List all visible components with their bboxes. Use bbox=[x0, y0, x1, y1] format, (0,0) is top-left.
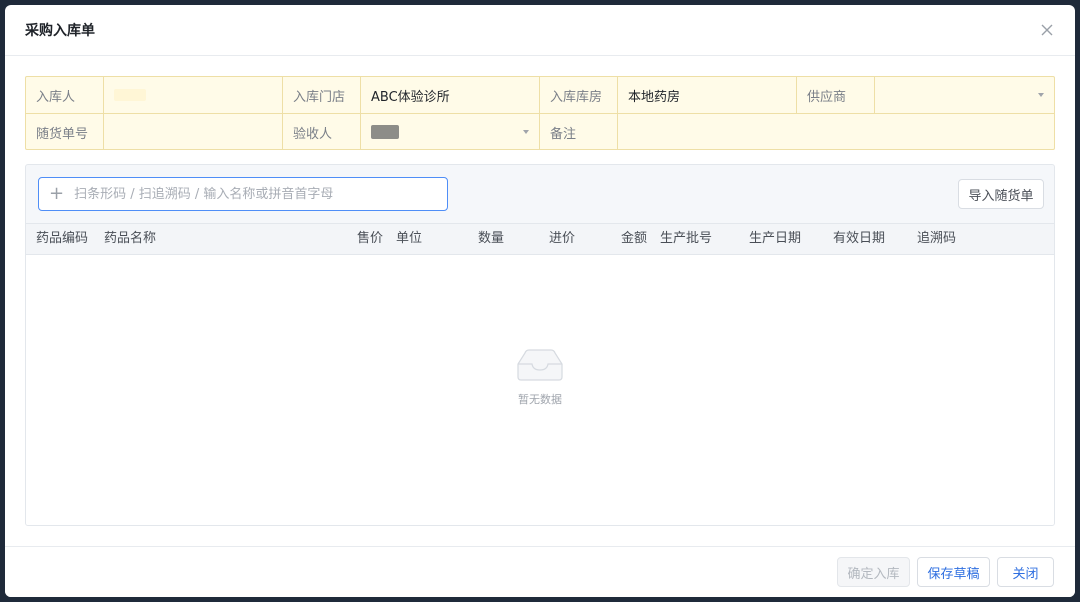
redacted-value bbox=[371, 125, 399, 139]
field-inbound-warehouse[interactable]: 本地药房 bbox=[618, 77, 797, 113]
drug-list-panel: + 导入随货单 药品编码 药品名称 售价 单位 数量 进价 金额 生产批号 生产… bbox=[25, 164, 1055, 526]
field-remark[interactable] bbox=[618, 114, 1054, 150]
chevron-down-icon bbox=[1038, 93, 1044, 97]
label-inbound-warehouse: 入库库房 bbox=[540, 77, 618, 113]
col-expiry-date: 有效日期 bbox=[833, 231, 886, 246]
purchase-inbound-dialog: 采购入库单 入库人 入库门店 ABC体验诊所 入库库房 本地药房 供应商 随货单… bbox=[5, 5, 1075, 597]
search-box[interactable]: + bbox=[38, 177, 448, 211]
col-drug-name: 药品名称 bbox=[104, 231, 157, 246]
col-purchase-price: 进价 bbox=[549, 231, 576, 246]
dialog-header: 采购入库单 bbox=[5, 5, 1075, 56]
chevron-down-icon bbox=[523, 130, 529, 134]
label-inspector: 验收人 bbox=[283, 114, 361, 150]
supplier-select[interactable] bbox=[875, 77, 1054, 113]
save-draft-button[interactable]: 保存草稿 bbox=[917, 557, 990, 587]
empty-inbox-icon bbox=[517, 349, 563, 381]
dialog-footer: 确定入库 保存草稿 关闭 bbox=[5, 546, 1075, 597]
search-input[interactable] bbox=[72, 185, 417, 203]
redacted-value bbox=[114, 89, 146, 101]
col-batch-number: 生产批号 bbox=[660, 231, 713, 246]
col-production-date: 生产日期 bbox=[749, 231, 802, 246]
confirm-inbound-button[interactable]: 确定入库 bbox=[837, 557, 910, 587]
col-drug-code: 药品编码 bbox=[36, 231, 89, 246]
plus-icon: + bbox=[49, 183, 65, 204]
field-delivery-number[interactable] bbox=[104, 114, 283, 150]
label-inbound-store: 入库门店 bbox=[283, 77, 361, 113]
label-supplier: 供应商 bbox=[797, 77, 875, 113]
form-row-2: 随货单号 验收人 备注 bbox=[26, 114, 1054, 150]
import-delivery-button[interactable]: 导入随货单 bbox=[958, 179, 1044, 209]
close-button[interactable]: 关闭 bbox=[997, 557, 1054, 587]
field-inbound-person[interactable] bbox=[104, 77, 283, 113]
empty-text: 暂无数据 bbox=[518, 393, 562, 406]
col-trace-code: 追溯码 bbox=[917, 231, 957, 246]
col-unit: 单位 bbox=[396, 231, 423, 246]
field-inbound-store[interactable]: ABC体验诊所 bbox=[361, 77, 540, 113]
empty-state: 暂无数据 bbox=[515, 347, 565, 407]
close-icon[interactable] bbox=[1039, 22, 1055, 38]
form-row-1: 入库人 入库门店 ABC体验诊所 入库库房 本地药房 供应商 bbox=[26, 77, 1054, 114]
inspector-select[interactable] bbox=[361, 114, 540, 150]
col-amount: 金额 bbox=[621, 231, 648, 246]
table-body: 暂无数据 bbox=[26, 255, 1054, 490]
dialog-title: 采购入库单 bbox=[25, 23, 95, 39]
col-price: 售价 bbox=[357, 231, 384, 246]
table-footer bbox=[26, 489, 1054, 525]
label-delivery-number: 随货单号 bbox=[26, 114, 104, 150]
col-quantity: 数量 bbox=[478, 231, 505, 246]
label-inbound-person: 入库人 bbox=[26, 77, 104, 113]
form-table: 入库人 入库门店 ABC体验诊所 入库库房 本地药房 供应商 随货单号 验收人 bbox=[25, 76, 1055, 150]
label-remark: 备注 bbox=[540, 114, 618, 150]
table-header: 药品编码 药品名称 售价 单位 数量 进价 金额 生产批号 生产日期 有效日期 … bbox=[26, 223, 1054, 255]
